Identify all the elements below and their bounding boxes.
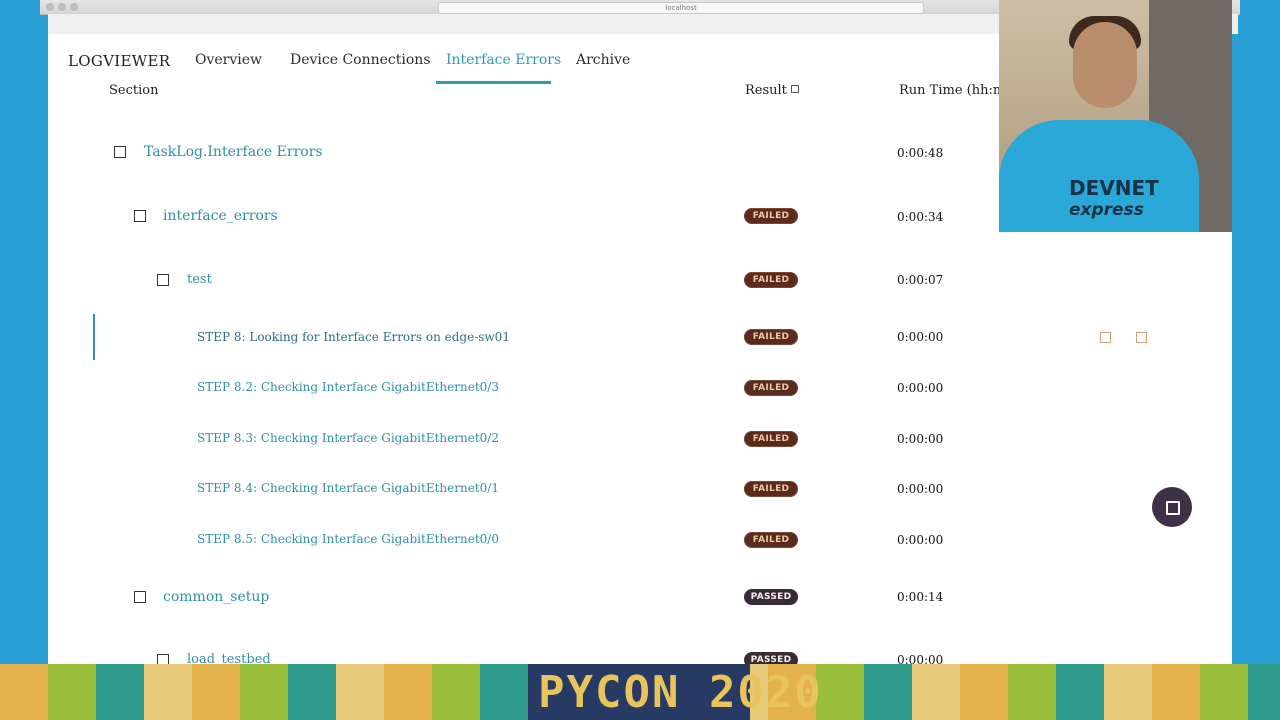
nav-archive[interactable]: Archive xyxy=(576,52,630,68)
column-header-result[interactable]: Result xyxy=(745,83,787,98)
status-badge-failed: FAILED xyxy=(744,431,798,447)
run-time: 0:00:00 xyxy=(897,432,944,446)
status-badge-passed: PASSED xyxy=(744,589,798,605)
run-time: 0:00:00 xyxy=(897,653,944,664)
run-time: 0:00:00 xyxy=(897,330,944,344)
status-badge-failed: FAILED xyxy=(744,532,798,548)
speaker-head xyxy=(1073,22,1137,108)
row-checkbox[interactable] xyxy=(134,210,146,222)
section-label[interactable]: test xyxy=(187,272,212,287)
step-label[interactable]: STEP 8.3: Checking Interface GigabitEthe… xyxy=(197,431,499,445)
nav-interface-errors[interactable]: Interface Errors xyxy=(446,52,561,68)
close-window-icon[interactable] xyxy=(46,3,54,11)
square-icon xyxy=(1166,501,1180,515)
row-checkbox[interactable] xyxy=(134,591,146,603)
run-time: 0:00:48 xyxy=(897,146,944,160)
nav-overview[interactable]: Overview xyxy=(195,52,262,68)
webcam-overlay: DEVNET express xyxy=(999,0,1232,232)
status-badge-failed: FAILED xyxy=(744,380,798,396)
section-label[interactable]: TaskLog.Interface Errors xyxy=(144,144,323,160)
brand-logo[interactable]: LOGVIEWER xyxy=(68,52,170,70)
shirt-text-devnet: DEVNET xyxy=(1069,176,1159,200)
nav-device-connections[interactable]: Device Connections xyxy=(290,52,431,68)
step-label[interactable]: STEP 8.5: Checking Interface GigabitEthe… xyxy=(197,532,499,546)
row-checkbox[interactable] xyxy=(114,146,126,158)
run-time: 0:00:14 xyxy=(897,590,944,604)
column-header-section[interactable]: Section xyxy=(109,83,158,98)
status-badge-failed: FAILED xyxy=(744,481,798,497)
minimize-window-icon[interactable] xyxy=(58,3,66,11)
run-time: 0:00:34 xyxy=(897,210,944,224)
status-badge-failed: FAILED xyxy=(744,329,798,345)
run-time: 0:00:00 xyxy=(897,381,944,395)
floating-action-button[interactable] xyxy=(1152,487,1192,527)
status-badge-failed: FAILED xyxy=(744,208,798,224)
sort-icon[interactable] xyxy=(791,85,799,93)
run-time: 0:00:00 xyxy=(897,482,944,496)
step-label[interactable]: STEP 8.2: Checking Interface GigabitEthe… xyxy=(197,380,499,394)
step-label[interactable]: STEP 8: Looking for Interface Errors on … xyxy=(197,330,510,344)
selected-row-indicator xyxy=(93,314,95,360)
maximize-window-icon[interactable] xyxy=(70,3,78,11)
run-time: 0:00:00 xyxy=(897,533,944,547)
step-label[interactable]: STEP 8.4: Checking Interface GigabitEthe… xyxy=(197,481,499,495)
run-time: 0:00:07 xyxy=(897,273,944,287)
row-checkbox[interactable] xyxy=(157,654,169,664)
row-checkbox[interactable] xyxy=(157,274,169,286)
pycon-banner: PYCON 2020 xyxy=(0,664,1280,720)
section-label[interactable]: load_testbed xyxy=(187,652,271,664)
section-label[interactable]: common_setup xyxy=(163,589,269,605)
open-details-icon[interactable] xyxy=(1136,332,1147,343)
address-bar[interactable]: localhost xyxy=(438,2,924,14)
banner-title: PYCON 2020 xyxy=(538,667,823,718)
column-header-runtime[interactable]: Run Time (hh:mn xyxy=(899,83,1014,98)
active-tab-indicator xyxy=(436,81,551,84)
status-badge-passed: PASSED xyxy=(744,652,798,664)
view-log-icon[interactable] xyxy=(1100,332,1111,343)
status-badge-failed: FAILED xyxy=(744,272,798,288)
section-label[interactable]: interface_errors xyxy=(163,208,278,224)
shirt-text-express: express xyxy=(1069,200,1144,220)
